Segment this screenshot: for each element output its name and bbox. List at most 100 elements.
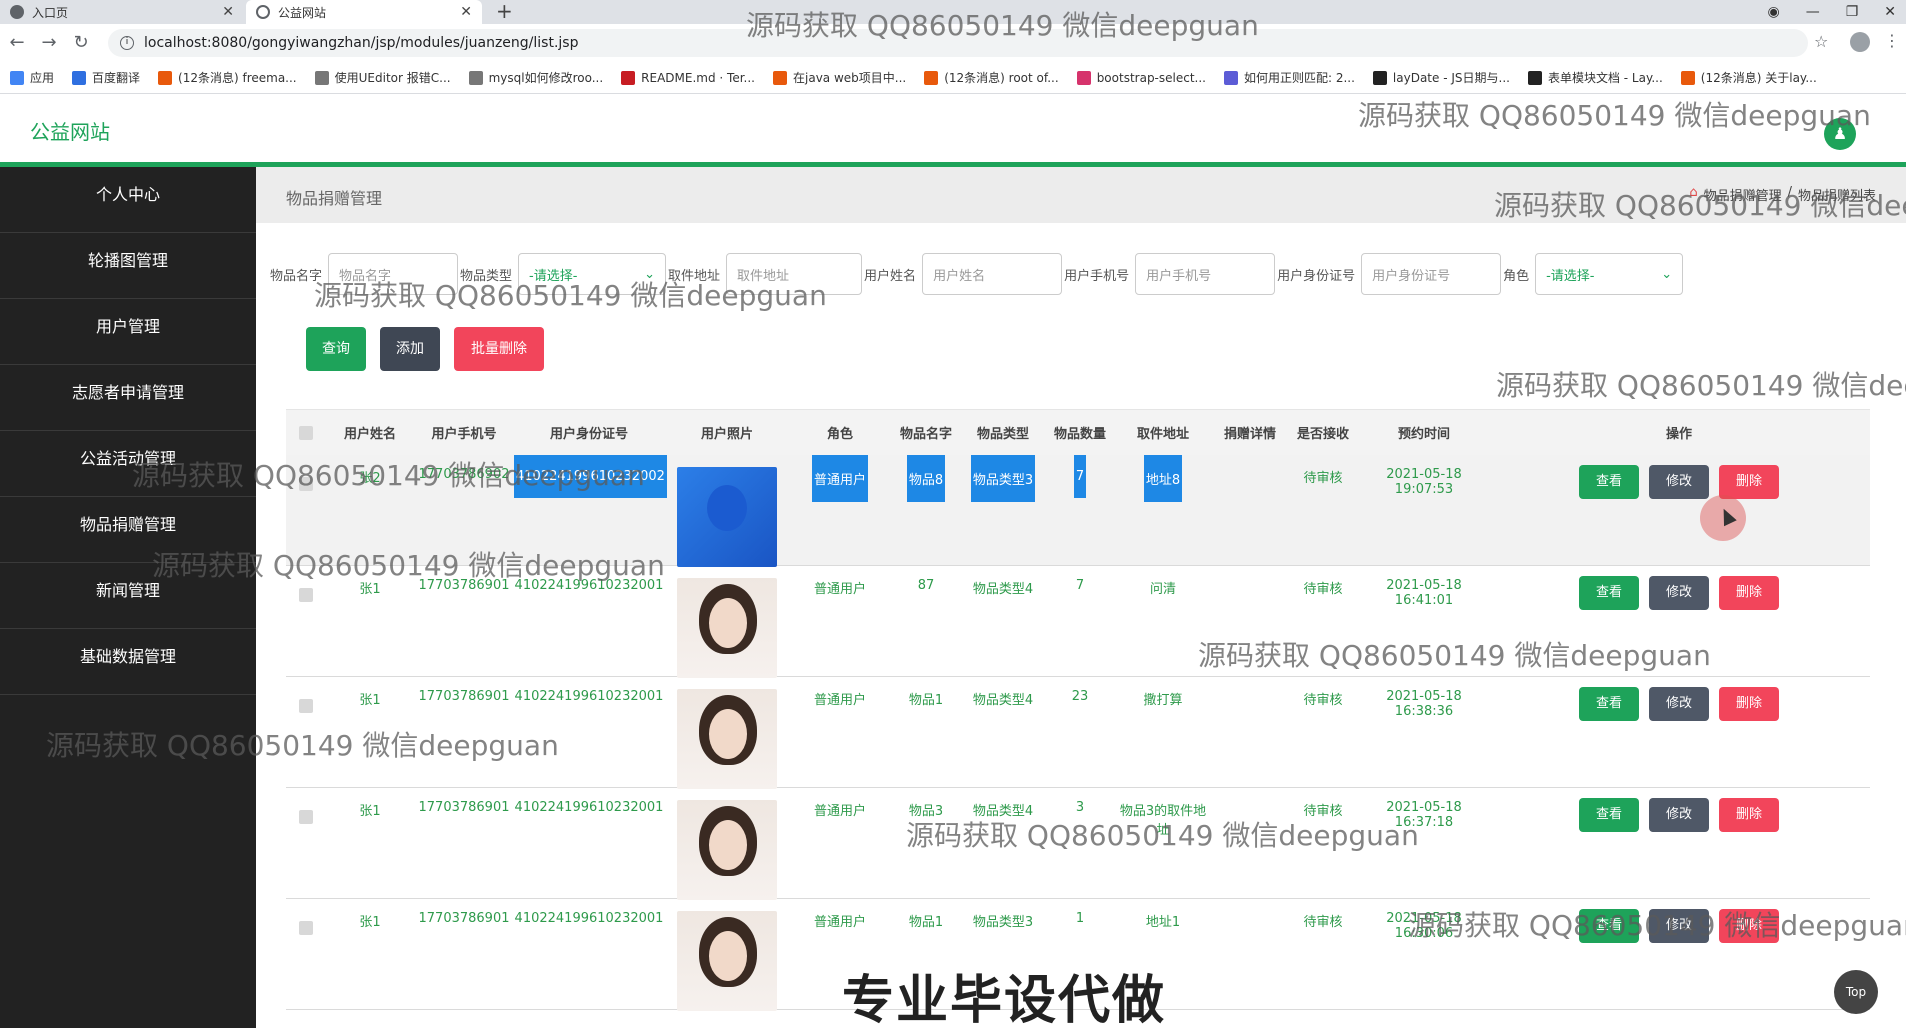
forward-icon[interactable]: → (38, 32, 60, 53)
delete-button[interactable]: 删除 (1719, 576, 1779, 610)
bookmark[interactable]: mysql如何修改roo... (468, 69, 603, 86)
sidebar-item-donations[interactable]: 物品捐赠管理 (0, 497, 256, 563)
user-photo (664, 467, 790, 567)
restore-icon[interactable]: ❐ (1846, 4, 1859, 20)
row-actions: 查看 修改 删除 (1492, 576, 1866, 610)
table-header: 用户姓名 用户手机号 用户身份证号 用户照片 角色 物品名字 物品类型 物品数量 取件地址 捐赠详… (286, 409, 1870, 455)
delete-button[interactable]: 删除 (1719, 798, 1779, 832)
cell-text: 物品类型3 (970, 455, 1036, 502)
bookmark-apps[interactable]: 应用 (10, 69, 54, 86)
row-checkbox[interactable] (286, 467, 326, 491)
back-to-top-button[interactable]: Top (1834, 970, 1878, 1014)
url-field[interactable]: i localhost:8080/gongyiwangzhan/jsp/modu… (108, 29, 1808, 57)
view-button[interactable]: 查看 (1579, 576, 1639, 610)
column-header: 是否接收 (1296, 427, 1349, 442)
breadcrumb-item[interactable]: 物品捐赠管理 (1704, 185, 1782, 204)
item-type-select[interactable]: -请选择- ⌄ (518, 253, 667, 295)
row-checkbox[interactable] (286, 689, 326, 713)
cell-text: 7 (1075, 578, 1085, 593)
view-button[interactable]: 查看 (1579, 909, 1639, 943)
cell-text: 17703786901 (418, 689, 510, 704)
back-icon[interactable]: ← (6, 32, 28, 53)
pickup-address-input[interactable]: 取件地址 (726, 253, 863, 295)
row-checkbox[interactable] (286, 578, 326, 602)
delete-button[interactable]: 删除 (1719, 687, 1779, 721)
sidebar-item-volunteer[interactable]: 志愿者申请管理 (0, 365, 256, 431)
edit-button[interactable]: 修改 (1649, 576, 1709, 610)
home-icon[interactable]: ⌂ (1689, 185, 1697, 204)
bookmark[interactable]: bootstrap-select... (1076, 70, 1206, 85)
user-avatar-icon[interactable]: ♟ (1824, 118, 1856, 150)
cell-time: 2021-05-18 16:38:36 (1356, 689, 1492, 719)
search-label: 角色 (1503, 268, 1530, 284)
search-label: 用户姓名 (864, 268, 917, 284)
close-window-icon[interactable]: ✕ (1884, 4, 1896, 20)
edit-button[interactable]: 修改 (1649, 798, 1709, 832)
new-tab-icon[interactable]: + (496, 0, 513, 24)
bulk-delete-button[interactable]: 批量删除 (454, 327, 544, 371)
item-name-input[interactable]: 物品名字 (328, 253, 459, 295)
bookmark[interactable]: 表单模块文档 - Lay... (1527, 69, 1663, 86)
user-name-input[interactable]: 用户姓名 (922, 253, 1063, 295)
bookmark[interactable]: (12条消息) freema... (158, 69, 297, 86)
bookmark[interactable]: layDate - JS日期与... (1372, 69, 1510, 86)
row-checkbox[interactable] (286, 800, 326, 824)
search-label: 物品名字 (270, 268, 323, 284)
bookmark[interactable]: 在java web项目中... (773, 69, 906, 86)
bookmark[interactable]: 百度翻译 (72, 69, 140, 86)
query-button[interactable]: 查询 (306, 327, 366, 371)
cell-text: 撒打算 (1143, 693, 1183, 708)
select-all-checkbox[interactable] (286, 425, 326, 440)
user-idcard-input[interactable]: 用户身份证号 (1361, 253, 1502, 295)
avatar (677, 467, 777, 567)
view-button[interactable]: 查看 (1579, 687, 1639, 721)
page-title: 物品捐赠管理 (286, 189, 383, 208)
sidebar-item-activities[interactable]: 公益活动管理 (0, 431, 256, 497)
edit-button[interactable]: 修改 (1649, 909, 1709, 943)
cell-text: 410224199610232002 (514, 455, 667, 498)
bookmark[interactable]: (12条消息) root of... (924, 69, 1059, 86)
view-button[interactable]: 查看 (1579, 798, 1639, 832)
add-button[interactable]: 添加 (380, 327, 440, 371)
browser-tabbar: 入口页 ✕ 公益网站 ✕ + ◉ — ❐ ✕ (0, 0, 1906, 24)
profile-icon[interactable] (1850, 32, 1870, 52)
view-button[interactable]: 查看 (1579, 465, 1639, 499)
user-phone-input[interactable]: 用户手机号 (1135, 253, 1276, 295)
cell-text: 物品类型4 (972, 582, 1034, 597)
edit-button[interactable]: 修改 (1649, 465, 1709, 499)
info-icon[interactable]: i (120, 36, 134, 50)
sidebar-item-news[interactable]: 新闻管理 (0, 563, 256, 629)
cell-idcard: 410224199610232002 (514, 455, 667, 498)
minimize-icon[interactable]: — (1806, 4, 1820, 20)
role-select[interactable]: -请选择- ⌄ (1535, 253, 1684, 295)
close-icon[interactable]: ✕ (460, 4, 472, 20)
cell-text: 张1 (359, 582, 381, 597)
cell-role: 普通用户 (790, 455, 890, 502)
cell-status: 待审核 (1290, 467, 1356, 486)
delete-button[interactable]: 删除 (1719, 909, 1779, 943)
site-logo[interactable]: 公益网站 (30, 116, 110, 145)
browser-tab[interactable]: 入口页 ✕ (0, 0, 244, 24)
row-checkbox[interactable] (286, 911, 326, 935)
menu-icon[interactable]: ⋮ (1884, 31, 1900, 50)
bookmark[interactable]: (12条消息) 关于lay... (1680, 69, 1817, 86)
bookmark[interactable]: README.md · Ter... (621, 70, 755, 85)
reload-icon[interactable]: ↻ (70, 32, 92, 53)
breadcrumb-bar: 物品捐赠管理 ⌂ 物品捐赠管理 / 物品捐赠列表 (256, 167, 1906, 223)
sidebar-item-base-data[interactable]: 基础数据管理 (0, 629, 256, 695)
tab-search-icon[interactable]: ◉ (1767, 4, 1779, 20)
sidebar-item-carousel[interactable]: 轮播图管理 (0, 233, 256, 299)
delete-button[interactable]: 删除 (1719, 465, 1779, 499)
star-icon[interactable]: ☆ (1814, 32, 1828, 51)
cell-phone: 17703786901 (414, 911, 514, 926)
promo-banner: 专业毕设代做 (842, 971, 1167, 1031)
sidebar-item-personal-center[interactable]: 个人中心 (0, 167, 256, 233)
edit-button[interactable]: 修改 (1649, 687, 1709, 721)
bookmark[interactable]: 使用UEditor 报错C... (314, 69, 451, 86)
cell-role: 普通用户 (790, 800, 890, 819)
cell-time: 2021-05-18 16:37:18 (1356, 800, 1492, 830)
close-icon[interactable]: ✕ (222, 4, 234, 20)
browser-tab-active[interactable]: 公益网站 ✕ (246, 0, 482, 24)
sidebar-item-users[interactable]: 用户管理 (0, 299, 256, 365)
bookmark[interactable]: 如何用正则匹配: 2... (1223, 69, 1355, 86)
